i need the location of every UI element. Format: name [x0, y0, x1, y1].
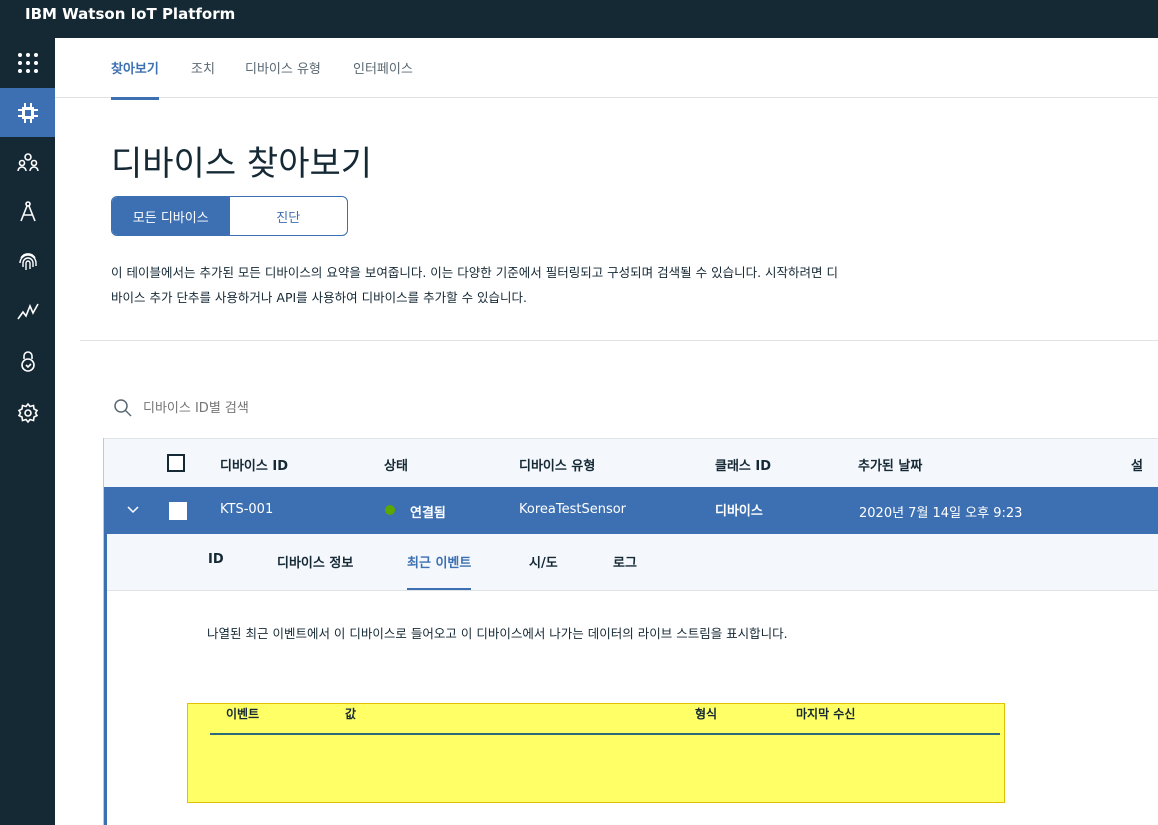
- search-input[interactable]: [143, 400, 443, 416]
- status-connected-icon: [385, 505, 395, 515]
- col-device-id[interactable]: 디바이스 ID: [220, 455, 288, 474]
- row-device-id: KTS-001: [220, 502, 274, 517]
- fingerprint-icon[interactable]: [0, 236, 55, 285]
- view-toggle: 모든 디바이스 진단: [111, 196, 348, 236]
- events-col-last-received[interactable]: 마지막 수신: [796, 705, 855, 722]
- select-all-checkbox[interactable]: [167, 454, 185, 472]
- col-class-id[interactable]: 클래스 ID: [715, 455, 771, 474]
- table-row[interactable]: KTS-001 연결됨 KoreaTestSensor 디바이스 2020년 7…: [104, 487, 1158, 534]
- app-title: IBM Watson IoT Platform: [25, 5, 236, 23]
- tab-state[interactable]: 시/도: [529, 552, 558, 588]
- events-col-format[interactable]: 형식: [695, 705, 717, 722]
- description-line-1: 이 테이블에서는 추가된 모든 디바이스의 요약을 보여줍니다. 이는 다양한 …: [111, 265, 839, 280]
- apps-grid-icon[interactable]: [0, 38, 55, 87]
- row-date-added: 2020년 7월 14일 오후 9:23: [859, 506, 1023, 521]
- search-icon: [114, 399, 132, 417]
- sidebar: [0, 38, 55, 825]
- top-bar: IBM Watson IoT Platform: [0, 0, 1158, 38]
- col-device-type[interactable]: 디바이스 유형: [519, 455, 595, 474]
- row-device-type: KoreaTestSensor: [519, 502, 627, 517]
- row-detail-panel: ID 디바이스 정보 최근 이벤트 시/도 로그 나열된 최근 이벤트에서 이 …: [104, 534, 1158, 825]
- events-col-event[interactable]: 이벤트: [226, 705, 259, 722]
- row-class-id: 디바이스: [715, 504, 763, 519]
- nav-tabs: 찾아보기 조치 디바이스 유형 인터페이스: [55, 38, 1158, 100]
- col-truncated[interactable]: 설: [1131, 455, 1143, 474]
- members-icon[interactable]: [0, 137, 55, 186]
- tab-device-types[interactable]: 디바이스 유형: [245, 58, 321, 97]
- page-title: 디바이스 찾아보기: [111, 144, 373, 184]
- tab-browse[interactable]: 찾아보기: [111, 58, 159, 100]
- devices-chip-icon[interactable]: [0, 88, 55, 137]
- all-devices-button[interactable]: 모든 디바이스: [112, 197, 230, 235]
- col-date-added[interactable]: 추가된 날짜: [858, 455, 922, 474]
- chevron-down-icon[interactable]: [126, 502, 140, 516]
- apps-compass-icon[interactable]: [0, 186, 55, 235]
- events-col-value[interactable]: 값: [345, 705, 356, 722]
- tab-device-info[interactable]: 디바이스 정보: [277, 552, 353, 588]
- diagnostics-button[interactable]: 진단: [230, 197, 348, 235]
- security-lock-icon[interactable]: [0, 336, 55, 385]
- tab-recent-events[interactable]: 최근 이벤트: [407, 552, 472, 590]
- description-line-2: 바이스 추가 단추를 사용하거나 API를 사용하여 디바이스를 추가할 수 있…: [111, 290, 528, 305]
- row-status: 연결됨: [410, 506, 446, 521]
- detail-tabs: ID 디바이스 정보 최근 이벤트 시/도 로그: [107, 534, 1158, 591]
- search-bar: [113, 396, 443, 420]
- page-description: 이 테이블에서는 추가된 모든 디바이스의 요약을 보여줍니다. 이는 다양한 …: [111, 260, 911, 310]
- tab-interfaces[interactable]: 인터페이스: [353, 58, 413, 97]
- row-checkbox[interactable]: [169, 502, 187, 520]
- tab-id[interactable]: ID: [208, 552, 224, 584]
- col-status[interactable]: 상태: [384, 455, 408, 474]
- tab-actions[interactable]: 조치: [191, 58, 215, 97]
- tab-logs[interactable]: 로그: [613, 552, 637, 588]
- settings-gear-icon[interactable]: [0, 388, 55, 437]
- table-header: 디바이스 ID 상태 디바이스 유형 클래스 ID 추가된 날짜 설: [104, 438, 1158, 487]
- divider: [80, 340, 1158, 341]
- recent-events-description: 나열된 최근 이벤트에서 이 디바이스로 들어오고 이 디바이스에서 나가는 데…: [207, 626, 788, 641]
- events-table: 이벤트 값 형식 마지막 수신: [187, 703, 1005, 803]
- analytics-icon[interactable]: [0, 286, 55, 335]
- events-header-divider: [210, 733, 1000, 735]
- devices-table: 디바이스 ID 상태 디바이스 유형 클래스 ID 추가된 날짜 설 KTS-0…: [103, 438, 1158, 825]
